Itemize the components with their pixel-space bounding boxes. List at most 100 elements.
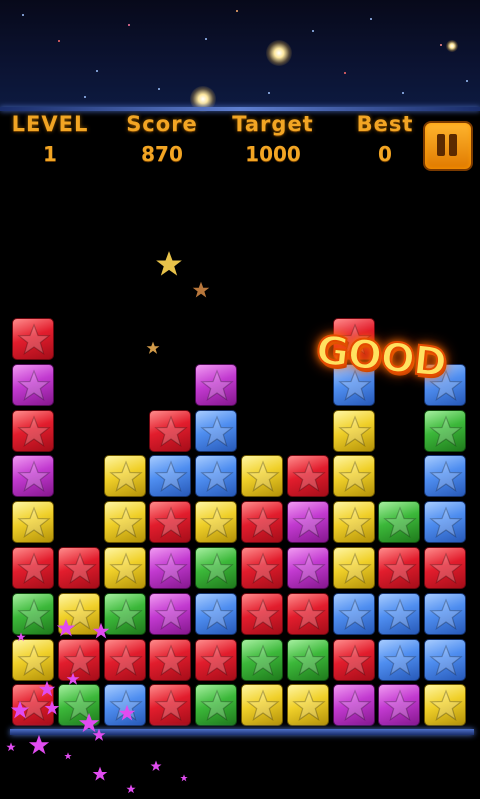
star-tile-purple[interactable] [287, 501, 329, 543]
star-tile-yellow[interactable] [333, 547, 375, 589]
star-icon [292, 598, 326, 630]
star-tile-red[interactable] [149, 410, 191, 452]
star-tile-blue[interactable] [195, 455, 237, 497]
star-tile-green[interactable] [104, 593, 146, 635]
star-tile-red[interactable] [333, 639, 375, 681]
star-tile-blue[interactable] [195, 410, 237, 452]
star-icon [383, 506, 417, 538]
star-icon [246, 552, 280, 584]
star-tile-yellow[interactable] [241, 684, 283, 726]
star-tile-blue[interactable] [378, 639, 420, 681]
star-tile-purple[interactable] [12, 455, 54, 497]
star-tile-yellow[interactable] [104, 547, 146, 589]
star-icon [17, 460, 51, 492]
star-tile-yellow[interactable] [424, 684, 466, 726]
star-icon [338, 506, 372, 538]
star-icon [292, 506, 326, 538]
pink-sparkle-icon [28, 734, 50, 755]
star-tile-red[interactable] [241, 547, 283, 589]
star-tile-red[interactable] [424, 547, 466, 589]
best-label: Best [356, 112, 414, 136]
pink-sparkle-icon [118, 704, 136, 721]
star-tile-yellow[interactable] [12, 501, 54, 543]
star-tile-red[interactable] [241, 501, 283, 543]
star-tile-blue[interactable] [333, 593, 375, 635]
level-label: LEVEL [11, 112, 89, 136]
star-tile-red[interactable] [149, 639, 191, 681]
star-tile-green[interactable] [424, 410, 466, 452]
pause-button[interactable] [423, 121, 473, 171]
star-tile-purple[interactable] [333, 684, 375, 726]
star-tile-blue[interactable] [195, 593, 237, 635]
star-tile-blue[interactable] [424, 593, 466, 635]
star-tile-red[interactable] [104, 639, 146, 681]
star-tile-red[interactable] [149, 501, 191, 543]
pink-sparkle-icon [16, 632, 26, 642]
pink-sparkle-icon [92, 728, 106, 741]
star-tile-yellow[interactable] [333, 410, 375, 452]
star-tile-yellow[interactable] [241, 455, 283, 497]
star-tile-red[interactable] [241, 593, 283, 635]
star-tile-purple[interactable] [195, 364, 237, 406]
pink-sparkle-icon [6, 742, 16, 752]
star-icon [154, 506, 188, 538]
star-tile-yellow[interactable] [104, 455, 146, 497]
star-tile-green[interactable] [378, 501, 420, 543]
star-icon [338, 644, 372, 676]
pink-sparkle-icon [44, 700, 60, 715]
star-tile-green[interactable] [12, 593, 54, 635]
star-tile-green[interactable] [287, 639, 329, 681]
star-tile-red[interactable] [12, 547, 54, 589]
star-icon [200, 506, 234, 538]
star-icon [338, 689, 372, 721]
star-icon [154, 689, 188, 721]
star-icon [338, 415, 372, 447]
star-tile-purple[interactable] [149, 547, 191, 589]
star-tile-yellow[interactable] [333, 455, 375, 497]
star-tile-green[interactable] [195, 684, 237, 726]
star-icon [292, 460, 326, 492]
star-icon [383, 598, 417, 630]
star-tile-red[interactable] [287, 455, 329, 497]
star-tile-yellow[interactable] [195, 501, 237, 543]
star-tile-blue[interactable] [149, 455, 191, 497]
target-panel: Target 1000 [223, 112, 323, 166]
star-tile-blue[interactable] [424, 501, 466, 543]
star-icon [109, 506, 143, 538]
star-icon [109, 552, 143, 584]
star-tile-red[interactable] [149, 684, 191, 726]
star-tile-yellow[interactable] [104, 501, 146, 543]
star-icon [429, 644, 463, 676]
pink-sparkle-icon [10, 700, 30, 719]
pink-sparkle-icon [56, 618, 76, 637]
star-tile-green[interactable] [241, 639, 283, 681]
star-tile-blue[interactable] [424, 455, 466, 497]
star-tile-purple[interactable] [378, 684, 420, 726]
star-tile-red[interactable] [12, 410, 54, 452]
star-tile-green[interactable] [195, 547, 237, 589]
star-tile-red[interactable] [12, 318, 54, 360]
star-icon [429, 460, 463, 492]
star-tile-purple[interactable] [149, 593, 191, 635]
star-tile-red[interactable] [195, 639, 237, 681]
best-panel: Best 0 [335, 112, 435, 166]
star-icon [17, 644, 51, 676]
pink-sparkle-icon [92, 766, 108, 781]
sparkle-star-icon [156, 251, 182, 276]
star-tile-blue[interactable] [424, 639, 466, 681]
star-tile-purple[interactable] [12, 364, 54, 406]
star-icon [429, 506, 463, 538]
star-tile-yellow[interactable] [287, 684, 329, 726]
star-icon [109, 598, 143, 630]
star-tile-purple[interactable] [287, 547, 329, 589]
score-value: 870 [141, 142, 183, 166]
star-tile-red[interactable] [378, 547, 420, 589]
star-tile-blue[interactable] [378, 593, 420, 635]
star-tile-red[interactable] [287, 593, 329, 635]
star-icon [200, 552, 234, 584]
star-tile-yellow[interactable] [333, 501, 375, 543]
level-panel: LEVEL 1 [0, 112, 100, 166]
star-tile-red[interactable] [58, 547, 100, 589]
star-icon [154, 552, 188, 584]
star-tile-yellow[interactable] [12, 639, 54, 681]
